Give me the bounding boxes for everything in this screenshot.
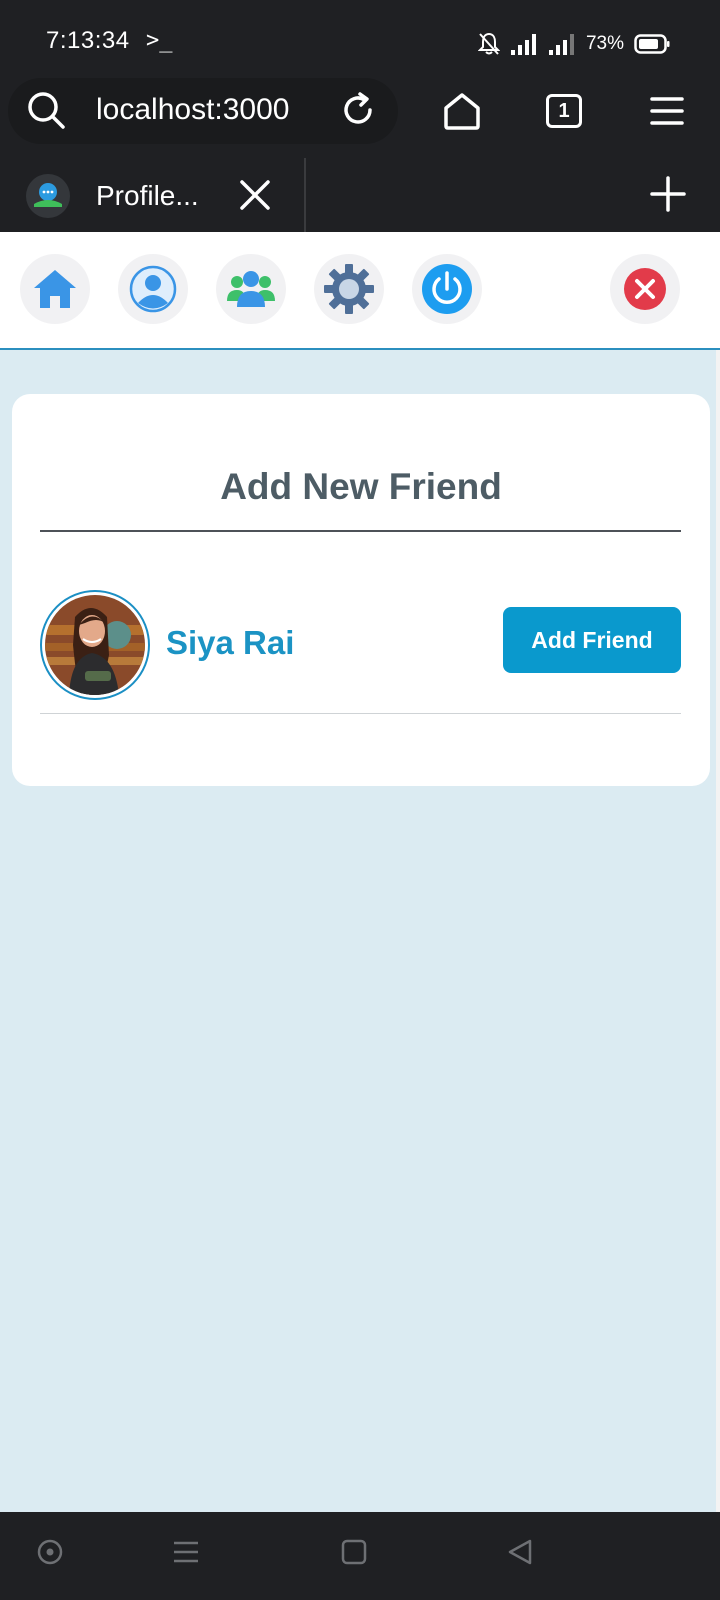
add-friend-card: Add New Friend Siya Rai Add Friend — [12, 394, 710, 786]
tab-favicon-icon[interactable] — [26, 174, 70, 218]
battery-icon — [634, 34, 670, 54]
nav-settings-button[interactable] — [314, 254, 384, 324]
battery-percent: 73% — [585, 33, 624, 54]
avatar[interactable] — [40, 590, 150, 700]
home-icon — [34, 270, 76, 308]
back-icon[interactable] — [506, 1538, 534, 1566]
tab-title[interactable]: Profile... — [96, 180, 199, 212]
square-icon[interactable] — [340, 1538, 368, 1566]
add-friend-button[interactable]: Add Friend — [503, 607, 681, 673]
bell-off-icon — [477, 32, 500, 55]
nav-friends-button[interactable] — [216, 254, 286, 324]
users-icon — [227, 271, 275, 307]
signal-icon — [548, 34, 574, 55]
recents-icon[interactable] — [172, 1538, 200, 1566]
power-icon — [422, 264, 472, 314]
tab-divider — [304, 158, 306, 232]
new-tab-icon[interactable] — [650, 176, 686, 212]
page-title: Add New Friend — [220, 466, 502, 507]
status-bar: 7:13:34 >_ 73% — [0, 0, 720, 88]
tab-strip: Profile... — [0, 158, 720, 232]
reload-icon[interactable] — [340, 92, 376, 128]
system-nav-bar — [0, 1512, 720, 1600]
nav-close-button[interactable] — [610, 254, 680, 324]
close-circle-icon — [624, 268, 666, 310]
app-nav-bar — [0, 232, 720, 350]
signal-icon — [510, 34, 536, 55]
user-icon — [129, 265, 177, 313]
circle-icon[interactable] — [36, 1538, 64, 1566]
gear-icon — [324, 264, 374, 314]
page-content: Add New Friend Siya Rai Add Friend — [0, 232, 720, 1512]
status-icons: 73% — [477, 30, 670, 58]
status-time: 7:13:34 — [46, 27, 130, 54]
home-icon[interactable] — [442, 92, 482, 130]
tabs-icon[interactable]: 1 — [546, 94, 582, 128]
close-tab-icon[interactable] — [240, 180, 270, 210]
menu-icon[interactable] — [650, 96, 684, 126]
search-icon[interactable] — [26, 90, 66, 130]
nav-profile-button[interactable] — [118, 254, 188, 324]
page-edge — [716, 350, 720, 1512]
nav-home-button[interactable] — [20, 254, 90, 324]
title-divider — [40, 530, 681, 532]
nav-logout-button[interactable] — [412, 254, 482, 324]
list-item: Siya Rai Add Friend — [40, 590, 681, 714]
url-text[interactable]: localhost:3000 — [96, 93, 289, 127]
friend-name[interactable]: Siya Rai — [166, 624, 294, 662]
terminal-icon: >_ — [146, 28, 173, 53]
